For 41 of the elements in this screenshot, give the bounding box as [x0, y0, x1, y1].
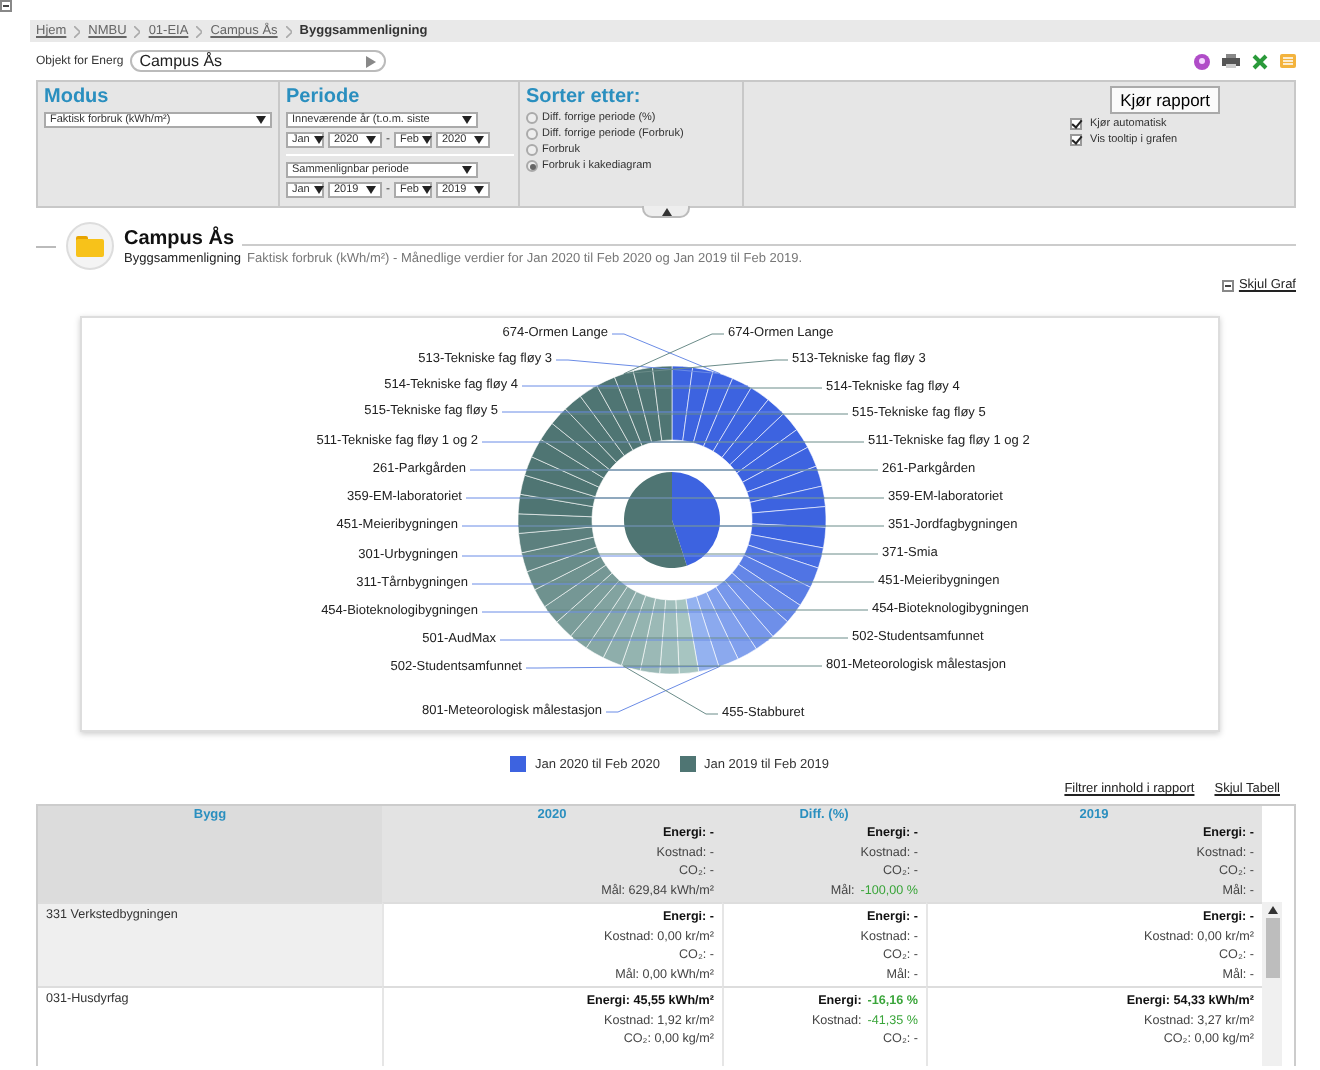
section-title: Modus: [44, 86, 111, 108]
printer-icon[interactable]: [1222, 54, 1240, 68]
caret-icon: [474, 136, 484, 144]
checkbox[interactable]: [1070, 134, 1082, 146]
caret-icon: [462, 116, 472, 124]
caret-icon: [313, 136, 324, 144]
caret-icon: [366, 186, 376, 194]
object-field[interactable]: Campus Ås: [129, 50, 386, 72]
chevron-icon: [285, 25, 292, 37]
radio-button[interactable]: [526, 144, 538, 156]
collapse-button[interactable]: [642, 206, 690, 218]
chevron-icon: [134, 25, 141, 37]
checkbox[interactable]: [1070, 118, 1082, 130]
caret-icon: [366, 136, 376, 144]
caret-icon: [256, 116, 266, 124]
caret-icon: [422, 186, 433, 194]
folder-icon: [66, 222, 114, 270]
caret-icon: [462, 166, 472, 174]
collapse-icon[interactable]: [1222, 279, 1235, 291]
report-title: Campus Ås: [124, 227, 235, 249]
run-report-button[interactable]: Kjør rapport: [1110, 86, 1220, 114]
circle-icon[interactable]: [1194, 53, 1210, 69]
section-title: Sorter etter:: [526, 86, 643, 108]
scrollbar[interactable]: [1262, 902, 1282, 1066]
chart-slice: [624, 472, 687, 568]
radio-button[interactable]: [526, 128, 538, 140]
section-title: Periode: [286, 86, 362, 108]
play-icon: [365, 55, 376, 67]
chart-slice: [751, 506, 827, 528]
chevron-icon: [74, 25, 81, 37]
caret-icon: [313, 186, 324, 194]
caret-icon: [474, 186, 484, 194]
spreadsheet-icon[interactable]: [1252, 53, 1268, 69]
radio-button[interactable]: [526, 160, 538, 172]
caret-icon: [1267, 906, 1277, 914]
chart-slice: [672, 472, 720, 566]
caret-icon: [422, 136, 433, 144]
radio-button[interactable]: [526, 112, 538, 124]
scrollbar-thumb[interactable]: [1265, 918, 1279, 978]
chevron-icon: [196, 25, 203, 37]
collapse-icon: [0, 0, 12, 12]
